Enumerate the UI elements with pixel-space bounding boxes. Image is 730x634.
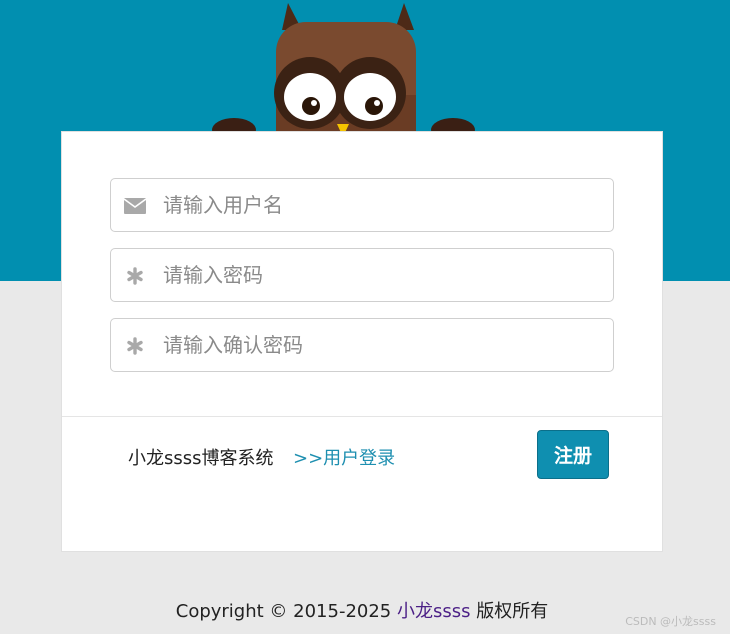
confirm-password-input[interactable]	[163, 319, 603, 371]
password-field	[110, 248, 614, 302]
username-field	[110, 178, 614, 232]
register-card: 小龙ssss博客系统 >>用户登录 注册	[61, 131, 663, 552]
login-link[interactable]: >>用户登录	[293, 444, 395, 470]
card-divider	[62, 416, 662, 417]
password-input[interactable]	[163, 249, 603, 301]
csdn-watermark: CSDN @小龙ssss	[625, 615, 716, 628]
rights-text: 版权所有	[476, 601, 549, 622]
owl-mascot	[212, 3, 475, 145]
envelope-icon	[123, 194, 147, 218]
confirm-password-field	[110, 318, 614, 372]
register-button[interactable]: 注册	[537, 430, 609, 479]
author-name: 小龙ssss	[397, 601, 471, 622]
asterisk-icon	[123, 334, 147, 358]
footer-copyright: Copyright © 2015-2025 小龙ssss 版权所有	[0, 597, 724, 623]
copyright-text: Copyright © 2015-2025	[175, 601, 392, 622]
system-name: 小龙ssss博客系统	[128, 448, 274, 469]
username-input[interactable]	[163, 179, 603, 231]
asterisk-icon	[123, 264, 147, 288]
